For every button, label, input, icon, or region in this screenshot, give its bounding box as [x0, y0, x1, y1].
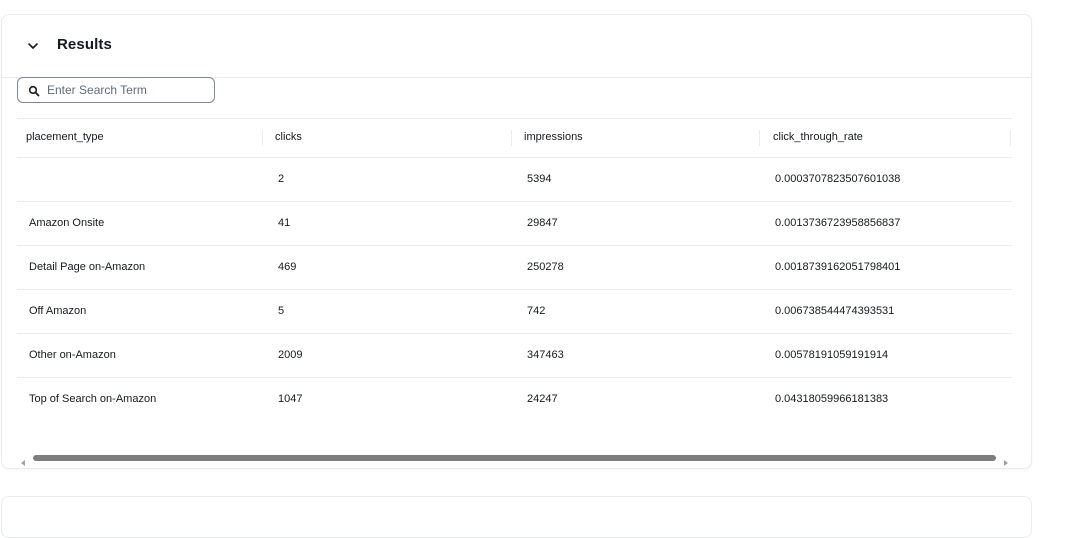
- horizontal-scrollbar[interactable]: [17, 452, 1012, 466]
- results-panel-header[interactable]: Results: [2, 15, 1031, 78]
- panel-title: Results: [57, 36, 112, 53]
- results-table: placement_type clicks impressions click_…: [17, 118, 1012, 421]
- cell-click-through-rate: 0.0003707823507601038: [775, 173, 901, 185]
- table-row: 2 5394 0.0003707823507601038: [17, 158, 1012, 202]
- cell-clicks: 1047: [278, 393, 303, 405]
- cell-click-through-rate: 0.00578191059191914: [775, 349, 889, 361]
- cell-impressions: 347463: [527, 349, 564, 361]
- column-resizer[interactable]: [759, 130, 760, 146]
- cell-clicks: 41: [278, 217, 291, 229]
- cell-clicks: 5: [278, 305, 285, 317]
- scroll-right-arrow-icon[interactable]: [1002, 454, 1010, 466]
- chevron-down-icon[interactable]: [26, 39, 40, 53]
- cell-clicks: 2: [278, 173, 285, 185]
- column-header-clicks[interactable]: clicks: [275, 131, 302, 143]
- cell-click-through-rate: 0.0013736723958856837: [775, 217, 901, 229]
- table-row: Other on-Amazon 2009 347463 0.0057819105…: [17, 334, 1012, 378]
- table-row: Top of Search on-Amazon 1047 24247 0.043…: [17, 378, 1012, 421]
- table-row: Detail Page on-Amazon 469 250278 0.00187…: [17, 246, 1012, 290]
- search-icon: [28, 84, 40, 97]
- column-header-click-through-rate[interactable]: click_through_rate: [773, 131, 863, 143]
- column-resizer[interactable]: [1010, 130, 1011, 146]
- table-header: placement_type clicks impressions click_…: [17, 118, 1012, 158]
- column-resizer[interactable]: [262, 130, 263, 146]
- scroll-left-arrow-icon[interactable]: [19, 454, 27, 466]
- cell-impressions: 5394: [527, 173, 552, 185]
- cell-impressions: 29847: [527, 217, 558, 229]
- column-resizer[interactable]: [511, 130, 512, 146]
- cell-placement-type: Detail Page on-Amazon: [29, 261, 146, 273]
- table-row: Off Amazon 5 742 0.006738544474393531: [17, 290, 1012, 334]
- cell-placement-type: Off Amazon: [29, 305, 87, 317]
- column-header-placement-type[interactable]: placement_type: [26, 131, 104, 143]
- cell-click-through-rate: 0.006738544474393531: [775, 305, 895, 317]
- cell-click-through-rate: 0.04318059966181383: [775, 393, 889, 405]
- cell-placement-type: Amazon Onsite: [29, 217, 105, 229]
- next-panel: [1, 496, 1032, 538]
- column-header-impressions[interactable]: impressions: [524, 131, 583, 143]
- cell-clicks: 2009: [278, 349, 303, 361]
- cell-placement-type: Other on-Amazon: [29, 349, 116, 361]
- cell-placement-type: Top of Search on-Amazon: [29, 393, 157, 405]
- cell-impressions: 24247: [527, 393, 558, 405]
- search-field[interactable]: [17, 77, 215, 103]
- cell-clicks: 469: [278, 261, 297, 273]
- cell-impressions: 250278: [527, 261, 564, 273]
- cell-impressions: 742: [527, 305, 546, 317]
- search-input[interactable]: [47, 78, 207, 102]
- cell-click-through-rate: 0.0018739162051798401: [775, 261, 901, 273]
- table-row: Amazon Onsite 41 29847 0.001373672395885…: [17, 202, 1012, 246]
- scroll-thumb[interactable]: [33, 455, 996, 461]
